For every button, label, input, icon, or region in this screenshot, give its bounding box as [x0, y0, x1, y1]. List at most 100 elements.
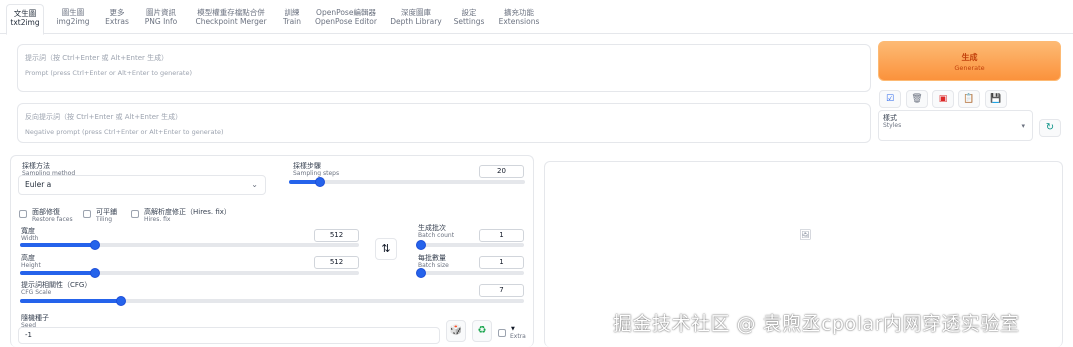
- tab-label: 文生圖: [13, 9, 37, 18]
- cfg-scale-slider[interactable]: [20, 296, 524, 306]
- tab-depth-library[interactable]: 深度圖庫 Depth Library: [390, 8, 442, 26]
- save-icon[interactable]: 💾: [985, 90, 1007, 108]
- prompt-input[interactable]: 提示詞（按 Ctrl+Enter 或 Alt+Enter 生成） Prompt …: [17, 44, 871, 92]
- tab-label: 訓練: [284, 8, 300, 17]
- tiling-sublabel: Tiling: [96, 216, 113, 223]
- recycle-icon[interactable]: ♻: [472, 320, 492, 342]
- tab-png-info[interactable]: 圖片資訊 PNG Info: [141, 8, 181, 26]
- tab-label: 圖生圖: [61, 8, 85, 17]
- hires-fix-label: 高解析度修正（Hires. fix）: [144, 208, 231, 216]
- tab-sublabel: Depth Library: [390, 17, 442, 26]
- tab-extensions[interactable]: 擴充功能 Extensions: [498, 8, 540, 26]
- width-slider[interactable]: [20, 240, 359, 250]
- slider-thumb[interactable]: [115, 296, 126, 306]
- restore-faces-label: 面部修復: [32, 208, 60, 216]
- styles-sublabel: Styles: [883, 122, 902, 129]
- image-placeholder-icon: 🖼: [799, 230, 812, 241]
- sampling-method-value: Euler a: [25, 180, 52, 189]
- refresh-icon[interactable]: ↻: [1039, 119, 1061, 137]
- cfg-scale-label: 提示詞相關性（CFG）: [21, 281, 92, 289]
- cfg-scale-sublabel: CFG Scale: [21, 289, 52, 296]
- sampling-method-select[interactable]: Euler a ⌄: [18, 175, 266, 195]
- tab-label: 深度圖庫: [401, 8, 431, 17]
- prompt-placeholder-en: Prompt (press Ctrl+Enter or Alt+Enter to…: [25, 69, 192, 77]
- tab-sublabel: img2img: [56, 17, 90, 26]
- batch-count-input[interactable]: 1: [479, 229, 524, 242]
- tab-settings[interactable]: 設定 Settings: [453, 8, 485, 26]
- seed-input[interactable]: -1: [18, 327, 440, 344]
- chevron-down-icon: ⌄: [251, 180, 258, 189]
- batch-count-label: 生成批次: [418, 224, 446, 232]
- slider-fill: [20, 271, 95, 275]
- cfg-scale-input[interactable]: 7: [479, 284, 524, 297]
- clipboard-icon[interactable]: 📋: [958, 90, 980, 108]
- tab-extras[interactable]: 更多 Extras: [103, 8, 131, 26]
- batch-size-label: 每批數量: [418, 254, 446, 262]
- slider-thumb[interactable]: [89, 240, 100, 250]
- batch-count-slider[interactable]: [416, 240, 524, 250]
- generate-button[interactable]: 生成 Generate: [878, 41, 1061, 81]
- tab-sublabel: PNG Info: [144, 17, 178, 26]
- hires-fix-checkbox[interactable]: [131, 210, 139, 218]
- tab-sublabel: Extras: [105, 17, 129, 26]
- width-label: 寬度: [21, 227, 35, 235]
- width-input[interactable]: 512: [314, 229, 359, 242]
- tab-sublabel: txt2img: [10, 18, 40, 27]
- tab-label: 擴充功能: [504, 8, 534, 17]
- tab-sublabel: OpenPose Editor: [315, 17, 377, 26]
- tiling-checkbox[interactable]: [83, 210, 91, 218]
- extra-checkbox[interactable]: [498, 329, 506, 337]
- dice-icon[interactable]: 🎲: [446, 320, 466, 342]
- batch-size-slider[interactable]: [416, 268, 524, 278]
- generate-label: 生成: [961, 53, 978, 62]
- tab-img2img[interactable]: 圖生圖 img2img: [55, 8, 91, 26]
- tab-sublabel: Checkpoint Merger: [195, 17, 267, 26]
- height-label: 高度: [21, 254, 35, 262]
- negative-prompt-placeholder-en: Negative prompt (press Ctrl+Enter or Alt…: [25, 128, 224, 136]
- slider-thumb[interactable]: [89, 268, 100, 278]
- batch-count-sublabel: Batch count: [418, 232, 455, 239]
- tab-train[interactable]: 訓練 Train: [279, 8, 305, 26]
- sampling-steps-sublabel: Sampling steps: [293, 170, 340, 177]
- tab-label: 圖片資訊: [146, 8, 176, 17]
- sampling-method-label: 採樣方法: [22, 162, 50, 170]
- slider-thumb[interactable]: [416, 268, 426, 278]
- hires-fix-sublabel: Hires. fix: [144, 216, 171, 223]
- extra-arrow-icon: ▼: [511, 326, 515, 332]
- seed-label: 隨機種子: [21, 314, 49, 322]
- tab-label: 模型權重存檔點合併: [197, 8, 265, 17]
- slider-thumb[interactable]: [314, 177, 325, 187]
- trash-icon[interactable]: 🗑: [906, 90, 928, 108]
- tab-sublabel: Train: [283, 17, 301, 26]
- restore-faces-sublabel: Restore faces: [32, 216, 73, 223]
- height-sublabel: Height: [21, 262, 41, 269]
- sampling-steps-input[interactable]: 20: [479, 165, 524, 178]
- tab-bar: 文生圖 txt2img 圖生圖 img2img 更多 Extras 圖片資訊 P…: [0, 0, 1073, 35]
- height-input[interactable]: 512: [314, 256, 359, 269]
- styles-label: 樣式: [883, 114, 897, 122]
- tab-sublabel: Settings: [453, 17, 485, 26]
- seed-value: -1: [25, 331, 32, 339]
- tab-checkpoint-merger[interactable]: 模型權重存檔點合併 Checkpoint Merger: [193, 8, 269, 26]
- batch-size-input[interactable]: 1: [479, 256, 524, 269]
- red-card-icon[interactable]: ▣: [932, 90, 954, 108]
- width-sublabel: Width: [21, 235, 39, 242]
- swap-dimensions-button[interactable]: ⇅: [375, 238, 397, 260]
- sampling-steps-slider[interactable]: [289, 177, 525, 187]
- height-slider[interactable]: [20, 268, 359, 278]
- negative-prompt-input[interactable]: 反向提示詞（按 Ctrl+Enter 或 Alt+Enter 生成） Negat…: [17, 103, 871, 143]
- styles-dropdown[interactable]: 樣式 Styles ▾: [878, 110, 1033, 141]
- tab-label: OpenPose編輯器: [316, 8, 376, 17]
- extra-label: Extra: [510, 333, 526, 340]
- negative-prompt-placeholder: 反向提示詞（按 Ctrl+Enter 或 Alt+Enter 生成）: [25, 113, 183, 121]
- restore-faces-checkbox[interactable]: [19, 210, 27, 218]
- watermark: 掘金技术社区 @ 袁煦丞cpolar内网穿透实验室: [613, 313, 1020, 335]
- tab-openpose-editor[interactable]: OpenPose編輯器 OpenPose Editor: [314, 8, 378, 26]
- tab-txt2img[interactable]: 文生圖 txt2img: [6, 4, 44, 35]
- sampling-steps-label: 採樣步驟: [293, 162, 321, 170]
- tiling-label: 可平鋪: [96, 208, 117, 216]
- tab-label: 更多: [109, 8, 125, 17]
- slider-fill: [20, 299, 121, 303]
- check-icon[interactable]: ☑: [879, 90, 901, 108]
- slider-thumb[interactable]: [416, 240, 426, 250]
